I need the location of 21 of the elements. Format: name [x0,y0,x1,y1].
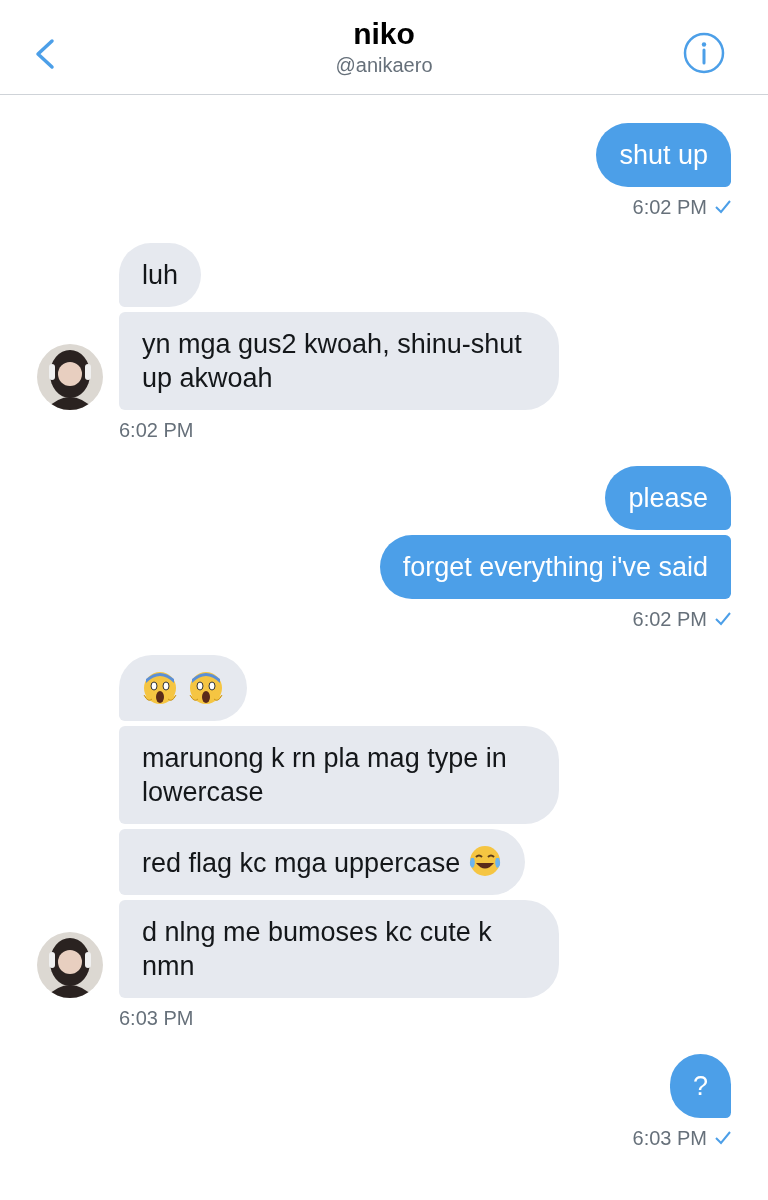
message-bubble: marunong k rn pla mag type in lowercase [119,726,559,824]
info-icon[interactable] [683,32,725,74]
message-text: red flag kc mga uppercase [142,848,461,878]
message-bubble: please [605,466,731,530]
message-bubble: luh [119,243,202,307]
message-bubble: shut up [596,123,731,187]
timestamp: 6:03 PM [632,1126,707,1150]
back-icon[interactable] [33,38,55,70]
message-bubble: ? [669,1054,731,1118]
screaming-face-icon [188,669,224,707]
screaming-face-icon [142,669,178,707]
message-bubble: forget everything i've said [379,535,731,599]
timestamp: 6:03 PM [119,1006,194,1030]
timestamp: 6:02 PM [632,607,707,631]
message-bubble: d nlng me bumoses kc cute k nmn [119,900,559,998]
message-bubble: yn mga gus2 kwoah, shinu-shut up akwoah [119,312,559,410]
timestamp: 6:02 PM [119,418,194,442]
laughing-face-icon [468,844,503,878]
timestamp: 6:02 PM [632,195,707,219]
contact-handle: @anikaero [335,53,433,78]
contact-name: niko [353,16,415,52]
